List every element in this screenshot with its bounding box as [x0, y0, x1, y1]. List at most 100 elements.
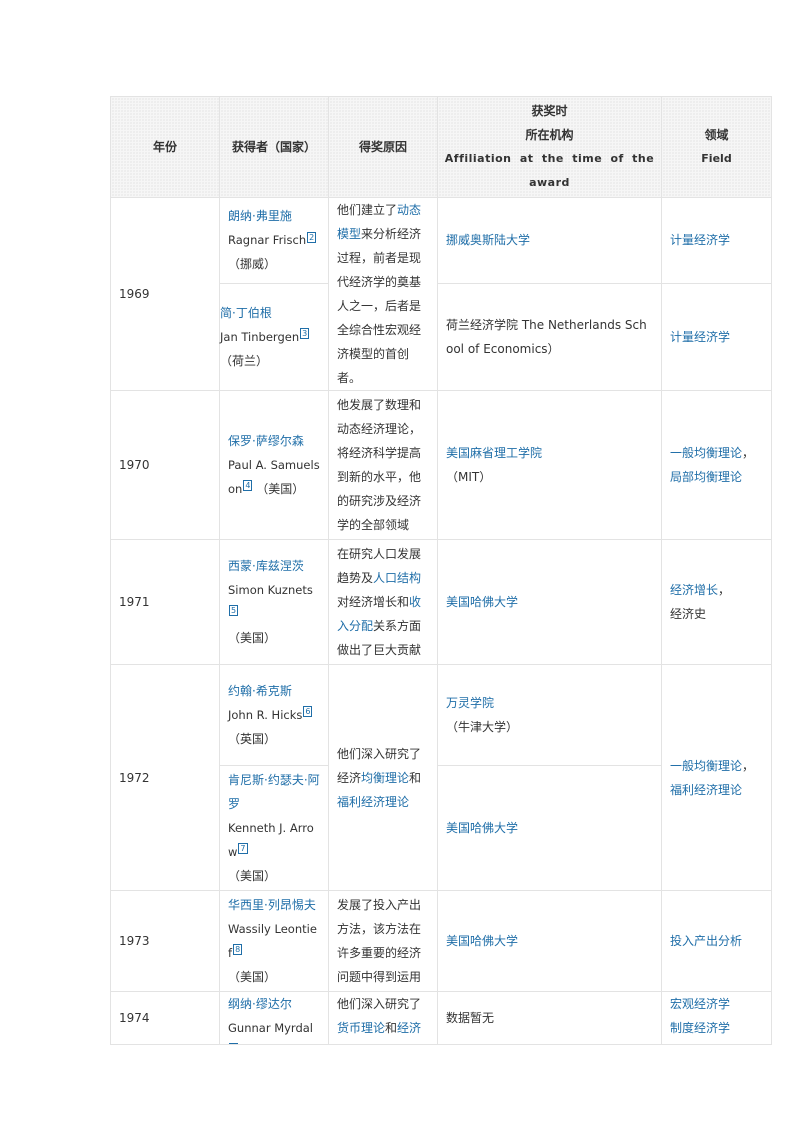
affiliation-cell: 荷兰经济学院 The Netherlands School of Economi… — [437, 282, 662, 392]
reference-link[interactable]: 4 — [243, 480, 253, 492]
header-reason: 得奖原因 — [328, 96, 438, 198]
table-row: 1973 华西里·列昂惕夫 Wassily Leontief 8 （美国） 发展了… — [110, 890, 772, 992]
affiliation-cell: 美国麻省理工学院 （MIT） — [437, 390, 662, 540]
laureate-link[interactable]: 保罗·萨缪尔森 — [228, 429, 320, 453]
laureate-link[interactable]: 西蒙·库兹涅茨 — [228, 554, 320, 578]
reason-text: 他们建立了 — [337, 203, 398, 217]
laureate-country: （英国） — [228, 732, 277, 746]
affiliation-link[interactable]: 美国哈佛大学 — [446, 934, 518, 948]
reference-link[interactable]: 5 — [229, 605, 239, 617]
reason-text: 对经济增长和 — [337, 595, 410, 609]
laureate-link[interactable]: 华西里·列昂惕夫 — [228, 893, 320, 917]
field-cell: 一般均衡理论， 福利经济理论 — [661, 664, 772, 891]
reason-link[interactable]: 均衡理论 — [361, 771, 409, 785]
header-year: 年份 — [110, 96, 220, 198]
header-field: 领域 Field — [661, 96, 772, 198]
field-link[interactable]: 宏观经济学 — [670, 992, 763, 1016]
field-link[interactable]: 制度经济学 — [670, 1016, 763, 1040]
reason-cell: 他们深入研究了货币理论和经济 — [328, 991, 438, 1045]
field-separator: ， — [742, 446, 755, 460]
laureate-english-name: Gunnar Myrdal — [228, 1021, 314, 1035]
year-cell: 1969 — [110, 197, 220, 391]
laureate-cell: 华西里·列昂惕夫 Wassily Leontief 8 （美国） — [219, 890, 329, 992]
affiliation-link[interactable]: 美国哈佛大学 — [446, 595, 518, 609]
reason-cell: 他们深入研究了经济均衡理论和福利经济理论 — [328, 664, 438, 891]
reason-link[interactable]: 货币理论 — [337, 1021, 385, 1035]
header-affiliation-english: Affiliation at the time of the award — [444, 152, 655, 189]
laureate-english-name: Ragnar Frisch — [228, 233, 307, 248]
laureate-cell: 约翰·希克斯 John R. Hicks 6 （英国） — [219, 664, 329, 766]
header-affiliation-line1: 获奖时 — [531, 104, 568, 118]
affiliation-note: （牛津大学） — [446, 720, 519, 734]
reason-text: 和 — [385, 1021, 398, 1035]
reason-text: 来分析经济过程，前者是现代经济学的奠基人之一，后者是全综合性宏观经济模型的首创者… — [337, 227, 422, 385]
reason-link[interactable]: 福利经济理论 — [337, 795, 409, 809]
field-link[interactable]: 经济增长 — [670, 583, 718, 597]
header-field-cn: 领域 — [704, 128, 729, 142]
field-cell: 投入产出分析 — [661, 890, 772, 992]
laureate-cell: 纲纳·缪达尔 Gunnar Myrdal 9 — [219, 991, 329, 1045]
reason-cell: 他们建立了动态模型来分析经济过程，前者是现代经济学的奠基人之一，后者是全综合性宏… — [328, 197, 438, 391]
laureate-country: （美国） — [228, 869, 277, 883]
field-link[interactable]: 一般均衡理论 — [670, 446, 742, 460]
laureate-link[interactable]: 肯尼斯·约瑟夫·阿罗 — [228, 768, 320, 816]
affiliation-cell: 美国哈佛大学 — [437, 539, 662, 665]
affiliation-note: （MIT） — [446, 470, 492, 484]
laureate-english-name: Simon Kuznets — [228, 583, 313, 597]
field-cell: 经济增长， 经济史 — [661, 539, 772, 665]
affiliation-link[interactable]: 美国麻省理工学院 — [446, 441, 653, 465]
year-cell: 1974 — [110, 991, 220, 1045]
header-row: 年份 获得者（国家） 得奖原因 获奖时 所在机构 Affiliation at … — [110, 96, 772, 198]
field-separator: ， — [718, 583, 731, 597]
laureate-country: （荷兰） — [220, 353, 269, 368]
laureate-link[interactable]: 纲纳·缪达尔 — [228, 992, 320, 1016]
field-link[interactable]: 福利经济理论 — [670, 783, 742, 797]
affiliation-cell: 美国哈佛大学 — [437, 890, 662, 992]
reference-link[interactable]: 8 — [233, 944, 243, 956]
laureate-country: （美国） — [256, 482, 305, 496]
table-row: 1974 纲纳·缪达尔 Gunnar Myrdal 9 他们深入研究了货币理论和经… — [110, 991, 772, 1045]
reason-link[interactable]: 经济 — [397, 1021, 421, 1035]
table-row: 1972 约翰·希克斯 John R. Hicks 6 （英国） 他们深入研究了经… — [110, 664, 772, 891]
table-row: 1971 西蒙·库兹涅茨 Simon Kuznets5 （美国） 在研究人口发展… — [110, 539, 772, 665]
year-cell: 1970 — [110, 390, 220, 540]
reference-link[interactable]: 9 — [229, 1043, 239, 1044]
year-cell: 1973 — [110, 890, 220, 992]
affiliation-cell: 美国哈佛大学 — [437, 765, 662, 891]
reference-link[interactable]: 7 — [238, 843, 248, 855]
nobel-economics-table: 年份 获得者（国家） 得奖原因 获奖时 所在机构 Affiliation at … — [110, 96, 772, 1045]
field-link[interactable]: 计量经济学 — [670, 330, 730, 344]
header-affiliation: 获奖时 所在机构 Affiliation at the time of the … — [437, 96, 662, 198]
field-cell: 一般均衡理论， 局部均衡理论 — [661, 390, 772, 540]
affiliation-link[interactable]: 万灵学院 — [446, 691, 653, 715]
affiliation-cell: 挪威奥斯陆大学 — [437, 197, 662, 284]
reference-link[interactable]: 2 — [307, 231, 317, 243]
field-link[interactable]: 投入产出分析 — [670, 934, 742, 948]
header-field-en: Field — [701, 152, 732, 165]
field-separator: ， — [742, 758, 755, 773]
reason-cell: 在研究人口发展趋势及人口结构对经济增长和收入分配关系方面做出了巨大贡献 — [328, 539, 438, 665]
year-cell: 1972 — [110, 664, 220, 891]
laureate-cell: 简·丁伯根 Jan Tinbergen 3 （荷兰） — [219, 282, 329, 392]
laureate-cell: 西蒙·库兹涅茨 Simon Kuznets 5 （美国） — [219, 539, 329, 665]
laureate-link[interactable]: 朗纳·弗里施 — [228, 204, 320, 228]
affiliation-link[interactable]: 美国哈佛大学 — [446, 821, 518, 835]
reason-cell: 他发展了数理和动态经济理论，将经济科学提高到新的水平，他的研究涉及经济学的全部领… — [328, 390, 438, 540]
field-link[interactable]: 计量经济学 — [670, 233, 730, 247]
field-link[interactable]: 一般均衡理论 — [670, 759, 742, 773]
laureate-country: （挪威） — [228, 257, 277, 272]
year-cell: 1971 — [110, 539, 220, 665]
affiliation-link[interactable]: 挪威奥斯陆大学 — [446, 233, 530, 247]
laureate-link[interactable]: 简·丁伯根 — [220, 301, 320, 325]
affiliation-cell: 万灵学院 （牛津大学） — [437, 664, 662, 766]
reference-link[interactable]: 3 — [300, 328, 310, 340]
laureate-english-name: John R. Hicks — [228, 708, 303, 722]
reference-link[interactable]: 6 — [303, 706, 313, 718]
header-laureate: 获得者（国家） — [219, 96, 329, 198]
laureate-cell: 保罗·萨缪尔森 Paul A. Samuelson 4 （美国） — [219, 390, 329, 540]
reason-text: 和 — [409, 770, 422, 785]
laureate-english-name: Jan Tinbergen — [220, 329, 300, 344]
field-link[interactable]: 局部均衡理论 — [670, 470, 742, 484]
reason-link[interactable]: 人口结构 — [373, 571, 421, 585]
laureate-link[interactable]: 约翰·希克斯 — [228, 679, 320, 703]
